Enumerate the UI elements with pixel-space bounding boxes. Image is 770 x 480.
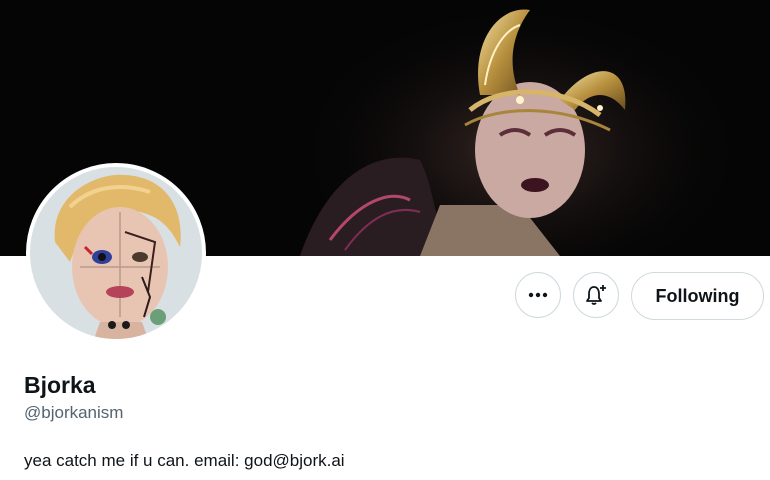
display-name: Bjorka [24,372,96,398]
following-button[interactable]: Following [631,272,764,320]
ellipsis-icon [528,292,548,298]
avatar-image [30,167,202,339]
notifications-button[interactable] [573,272,619,318]
user-handle: @bjorkanism [24,403,124,422]
bell-plus-icon [586,285,606,305]
more-options-button[interactable] [515,272,561,318]
profile-avatar[interactable] [26,163,206,343]
profile-bio: yea catch me if u can. email: god@bjork.… [24,451,345,470]
